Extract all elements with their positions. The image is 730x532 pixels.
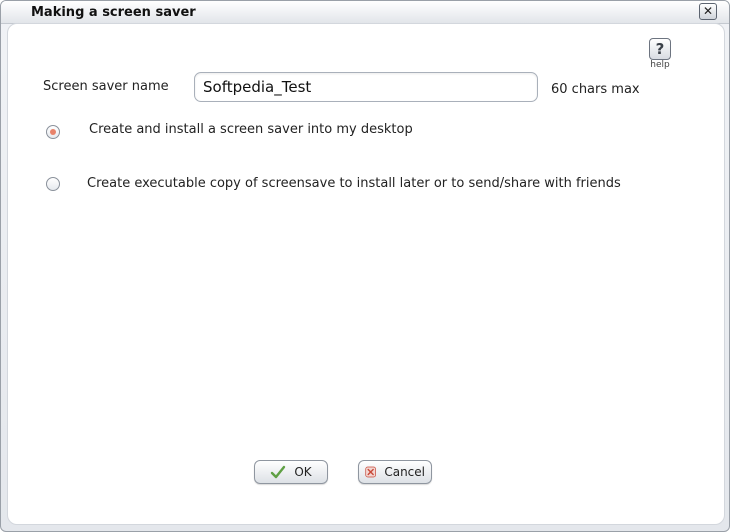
help-label: help	[650, 60, 670, 70]
radio-install-desktop-label[interactable]: Create and install a screen saver into m…	[89, 122, 413, 137]
radio-install-desktop[interactable]	[46, 125, 60, 139]
help-button[interactable]: ? help	[648, 38, 672, 70]
cancel-button[interactable]: Cancel	[358, 460, 432, 484]
screen-saver-name-label: Screen saver name	[43, 79, 169, 94]
radio-create-executable[interactable]	[46, 177, 60, 191]
dialog-window: Making a screen saver ✕ ? help Screen sa…	[0, 0, 730, 532]
char-limit-label: 60 chars max	[551, 82, 640, 97]
screen-saver-name-input[interactable]	[194, 72, 538, 102]
ok-button-label: OK	[294, 465, 312, 479]
ok-button[interactable]: OK	[254, 460, 328, 484]
checkmark-icon	[271, 465, 286, 479]
close-button[interactable]: ✕	[699, 3, 717, 20]
close-icon: ✕	[702, 4, 714, 18]
content-panel: ? help Screen saver name 60 chars max Cr…	[7, 23, 725, 525]
window-title: Making a screen saver	[31, 5, 196, 20]
radio-create-executable-label[interactable]: Create executable copy of screensave to …	[87, 176, 621, 191]
help-icon: ?	[649, 38, 671, 60]
cancel-x-icon	[365, 466, 376, 478]
title-bar: Making a screen saver ✕	[1, 1, 729, 24]
cancel-button-label: Cancel	[384, 465, 425, 479]
